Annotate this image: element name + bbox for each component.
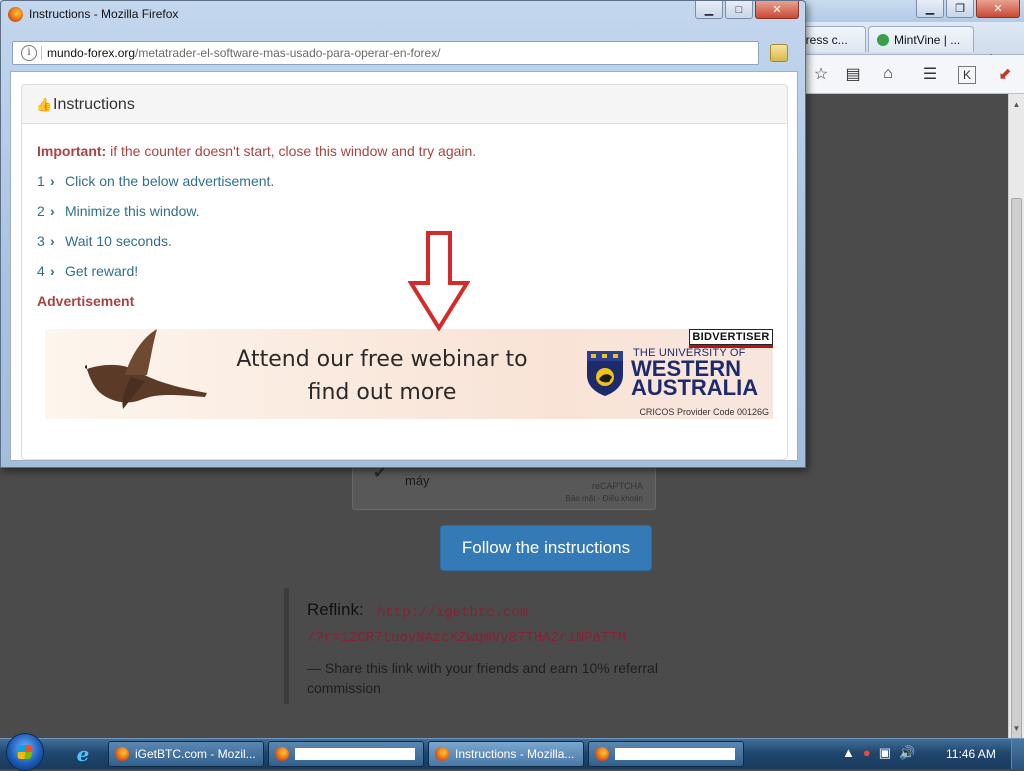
reflink-block: Reflink: http://igetbtc.com /?r=12CR7tuo…: [284, 588, 704, 704]
step-number: 4: [37, 263, 45, 279]
scrollbar-thumb[interactable]: [1011, 198, 1022, 746]
url-text[interactable]: mundo-forex.org/metatrader-el-software-m…: [47, 46, 441, 60]
popup-maximize-button[interactable]: □: [725, 1, 753, 19]
popup-title: Instructions - Mozilla Firefox: [29, 7, 179, 21]
firefox-icon: [435, 747, 449, 761]
reflink-url[interactable]: http://igetbtc.com /?r=12CR7tuoyNAzcKZwq…: [307, 601, 687, 651]
popup-content: 👍 Instructions Important: if the counter…: [10, 71, 798, 461]
popup-close-button[interactable]: ✕: [755, 1, 799, 19]
chevron-right-icon: ›: [50, 233, 55, 249]
step-item: 4 › Get reward!: [37, 263, 138, 279]
instructions-popup-window: Instructions - Mozilla Firefox ▁ □ ✕ i m…: [0, 0, 806, 468]
advertisement-heading: Advertisement: [37, 293, 135, 309]
panel-heading: 👍 Instructions: [22, 85, 787, 124]
app-icon: [275, 747, 289, 761]
step-item: 2 › Minimize this window.: [37, 203, 200, 219]
windows-taskbar: e iGetBTC.com - Mozil... Instructions - …: [0, 733, 1024, 771]
taskbar-item-instructions[interactable]: Instructions - Mozilla...: [428, 741, 584, 767]
scroll-down-icon[interactable]: ▼: [1009, 720, 1024, 736]
taskbar-item-igetbtc[interactable]: iGetBTC.com - Mozil...: [108, 741, 264, 767]
step-number: 1: [37, 173, 45, 189]
taskbar-clock[interactable]: 11:46 AM: [946, 747, 996, 761]
tab-label: dress c...: [799, 32, 848, 47]
chevron-right-icon: ›: [50, 263, 55, 279]
recaptcha-brand: reCAPTCHA: [591, 481, 643, 491]
antivirus-tray-icon[interactable]: ●: [863, 745, 871, 761]
mintvine-icon: [877, 33, 889, 46]
network-tray-icon[interactable]: ▣: [879, 745, 891, 761]
site-info-icon[interactable]: i: [21, 45, 37, 61]
step-number: 3: [37, 233, 45, 249]
bookmark-star-icon[interactable]: ☆: [810, 63, 832, 85]
cricos-code: CRICOS Provider Code 00126G: [639, 407, 769, 417]
firefox-icon: [8, 7, 23, 22]
tab-mintvine[interactable]: MintVine | ...: [868, 26, 974, 52]
uwa-crest-icon: [587, 351, 623, 396]
taskbar-item-label: Instructions - Mozilla...: [455, 747, 575, 761]
menu-icon[interactable]: ☰: [919, 63, 941, 85]
important-text: if the counter doesn't start, close this…: [106, 143, 477, 159]
reflink-url-line1[interactable]: http://igetbtc.com: [377, 605, 528, 621]
step-text: Wait 10 seconds.: [65, 233, 172, 249]
popup-window-controls: ▁ □ ✕: [695, 1, 799, 19]
step-text: Click on the below advertisement.: [65, 173, 275, 189]
close-button[interactable]: ✕: [976, 0, 1020, 18]
step-text: Get reward!: [65, 263, 139, 279]
popup-url-bar[interactable]: i mundo-forex.org/metatrader-el-software…: [12, 41, 759, 65]
important-notice: Important: if the counter doesn't start,…: [37, 143, 476, 159]
addon-arrow-icon[interactable]: ⬋: [994, 63, 1016, 85]
step-item: 1 › Click on the below advertisement.: [37, 173, 274, 189]
step-text: Minimize this window.: [65, 203, 200, 219]
app-icon: [595, 747, 609, 761]
page-scrollbar[interactable]: ▲ ▼: [1008, 94, 1024, 746]
minimize-button[interactable]: ▁: [916, 0, 944, 18]
taskbar-item-redacted-2[interactable]: [588, 741, 744, 767]
popup-minimize-button[interactable]: ▁: [695, 1, 723, 19]
home-icon[interactable]: ⌂: [877, 63, 899, 85]
scroll-up-icon[interactable]: ▲: [1009, 96, 1024, 112]
follow-instructions-button[interactable]: Follow the instructions: [440, 525, 652, 571]
thumbs-up-icon: 👍: [36, 97, 53, 112]
swan-illustration-icon: [85, 329, 207, 409]
bidvertiser-badge[interactable]: BIDVERTISER: [689, 329, 773, 348]
start-button[interactable]: [6, 733, 44, 771]
internet-explorer-icon[interactable]: e: [64, 741, 102, 767]
show-desktop-button[interactable]: [1011, 739, 1024, 769]
firefox-icon: [115, 747, 129, 761]
system-tray: ▲ ● ▣ 🔊: [842, 745, 915, 761]
redacted-label: [295, 748, 415, 760]
addon-k-icon[interactable]: K: [958, 66, 976, 84]
ad-headline-line2[interactable]: find out more: [308, 380, 457, 405]
reflink-share-text: — Share this link with your friends and …: [307, 660, 658, 696]
tab-label: MintVine | ...: [894, 32, 961, 47]
down-arrow-icon: [408, 231, 470, 331]
step-number: 2: [37, 203, 45, 219]
reflink-url-line2[interactable]: /?r=12CR7tuoyNAzcKZwqmVy87THA2riNPaTTM: [307, 630, 626, 646]
restore-button[interactable]: ❐: [946, 0, 974, 18]
url-domain: mundo-forex.org: [47, 46, 136, 60]
step-item: 3 › Wait 10 seconds.: [37, 233, 172, 249]
important-label: Important:: [37, 143, 107, 159]
background-window-controls: ▁ ❐ ✕: [916, 0, 1020, 18]
url-divider: [41, 46, 42, 60]
url-path: /metatrader-el-software-mas-usado-para-o…: [135, 46, 441, 60]
chevron-right-icon: ›: [50, 173, 55, 189]
tray-expand-icon[interactable]: ▲: [842, 745, 855, 761]
ad-headline-line1[interactable]: Attend our free webinar to: [236, 347, 527, 372]
instructions-panel: 👍 Instructions Important: if the counter…: [21, 84, 788, 460]
volume-tray-icon[interactable]: 🔊: [899, 745, 915, 761]
taskbar-item-redacted-1[interactable]: [268, 741, 424, 767]
panel-title: Instructions: [53, 96, 135, 113]
uni-line3: AUSTRALIA: [631, 375, 759, 400]
taskbar-item-label: iGetBTC.com - Mozil...: [135, 747, 256, 761]
recaptcha-links[interactable]: Bảo mật - Điều khoản: [566, 494, 643, 503]
reading-list-icon[interactable]: ▤: [842, 63, 864, 85]
advertisement-banner[interactable]: Attend our free webinar to find out more…: [45, 329, 773, 419]
captcha-label: máy: [405, 473, 430, 488]
ad-headline[interactable]: Attend our free webinar to find out more: [225, 343, 539, 409]
chevron-right-icon: ›: [50, 203, 55, 219]
redacted-label: [615, 748, 735, 760]
addon-icon[interactable]: [770, 44, 788, 62]
